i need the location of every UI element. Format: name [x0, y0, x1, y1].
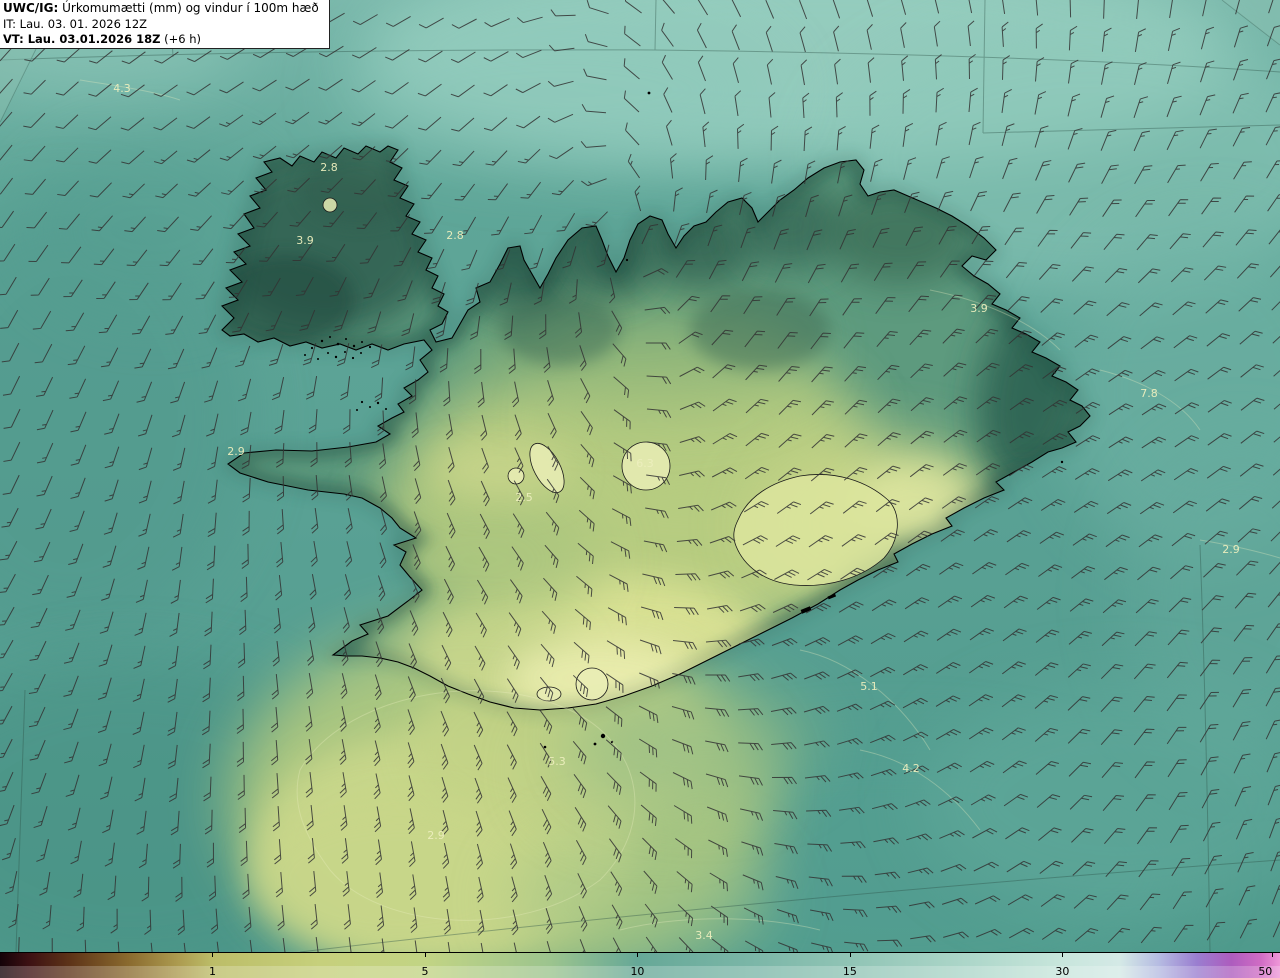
colorbar-tick-label: 1	[208, 965, 216, 978]
colorbar-tick	[849, 953, 851, 957]
colorbar-tick-label: 10	[630, 965, 645, 978]
product-line: UWC/IG: Úrkomumætti (mm) og vindur í 100…	[3, 1, 319, 17]
island-vestmannaeyjar	[600, 733, 606, 739]
contour-label: 3.9	[296, 234, 314, 247]
product-title: Úrkomumætti (mm) og vindur í 100m hæð	[62, 1, 319, 15]
colorbar-tick-label: 15	[842, 965, 857, 978]
contour-label: 2.9	[427, 829, 445, 842]
colorbar-ticks: 1 5 10 15 30 50	[0, 953, 1280, 978]
init-time: IT: Lau. 03. 01. 2026 12Z	[3, 16, 148, 31]
contour-label: 5.1	[860, 680, 878, 693]
contour-label: 3.9	[970, 302, 988, 315]
contour-label: 2.9	[227, 445, 245, 458]
glacier-myrdalsjokull	[575, 667, 609, 701]
valid-time-line: VT: Lau. 03.01.2026 18Z (+6 h)	[3, 32, 319, 47]
colorbar-tick	[1062, 953, 1064, 957]
colorbar-tick-label: 30	[1055, 965, 1070, 978]
valid-time: VT: Lau. 03.01.2026 18Z	[3, 31, 161, 46]
glacier-eiriksjokull	[507, 467, 525, 485]
colorbar-tick-label: 5	[421, 965, 429, 978]
colorbar-tick	[1272, 953, 1274, 957]
contour-label: 2.5	[515, 491, 533, 504]
contour-label: 6.3	[636, 457, 654, 470]
weather-map-page: 4.3 2.8 3.9 2.8 3.9 7.8 2.9 6.3 2.5 2.9 5.1 5.3 4.2 2…	[0, 0, 1280, 978]
colorbar-tick-label: 50	[1258, 965, 1273, 978]
contour-label: 2.8	[320, 161, 338, 174]
contour-label: 4.2	[902, 762, 920, 775]
contour-label: 7.8	[1140, 387, 1158, 400]
model-name: UWC/IG:	[3, 1, 59, 15]
contour-label: 2.8	[446, 229, 464, 242]
contour-label: 3.4	[695, 929, 713, 942]
colorbar-tick	[637, 953, 639, 957]
valid-offset: (+6 h)	[160, 31, 201, 46]
colorbar-tick	[212, 953, 214, 957]
contour-label: 2.9	[1222, 543, 1240, 556]
contour-label: 5.3	[548, 755, 566, 768]
header-info-box: UWC/IG: Úrkomumætti (mm) og vindur í 100…	[0, 0, 330, 50]
colorbar-region: 1 5 10 15 30 50	[0, 952, 1280, 978]
weather-map: 4.3 2.8 3.9 2.8 3.9 7.8 2.9 6.3 2.5 2.9 5.1 5.3 4.2 2…	[0, 0, 1280, 952]
colorbar-tick	[424, 953, 426, 957]
glacier-drangajokull	[322, 197, 338, 213]
contour-label: 4.3	[113, 82, 131, 95]
island-grimsey	[647, 91, 651, 95]
